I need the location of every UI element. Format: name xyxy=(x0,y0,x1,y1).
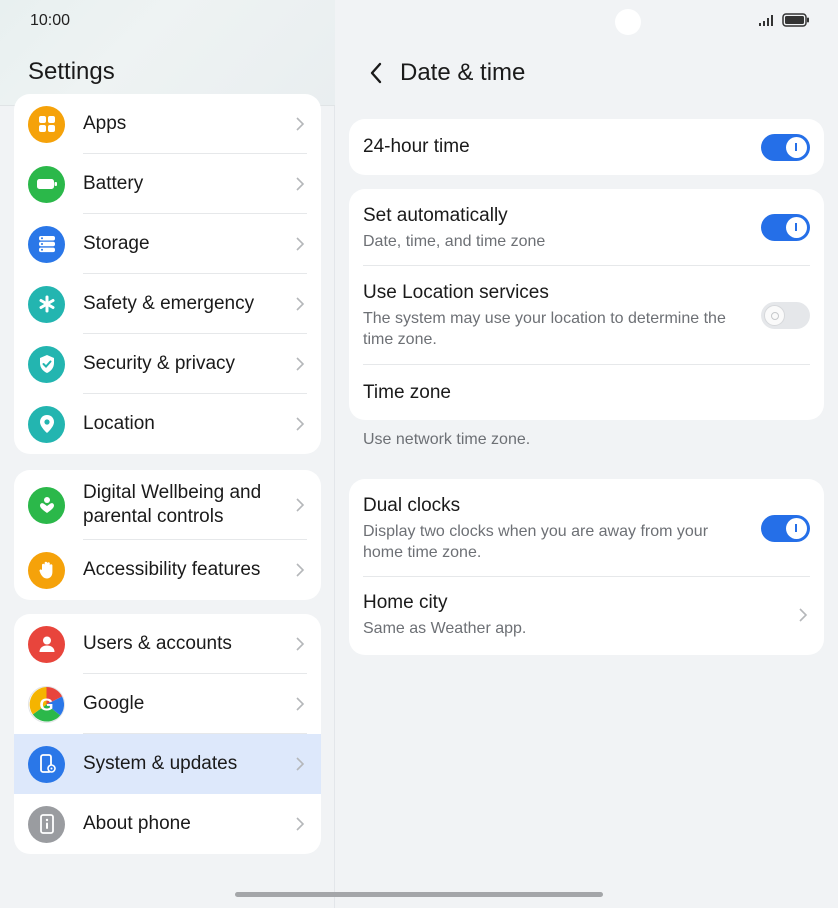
card-24-hour: 24-hour time xyxy=(349,119,824,175)
page-title: Date & time xyxy=(400,59,526,86)
google-icon: G xyxy=(28,685,65,723)
row-title: Set automatically xyxy=(363,205,508,226)
chevron-right-icon xyxy=(296,417,305,431)
chevron-right-icon xyxy=(296,357,305,371)
settings-title: Settings xyxy=(28,58,115,85)
sidebar-item-location[interactable]: Location xyxy=(14,394,321,454)
sidebar-item-system-updates[interactable]: System & updates xyxy=(14,734,321,794)
apps-icon xyxy=(28,105,65,143)
sidebar-item-label: About phone xyxy=(83,813,191,834)
sidebar-item-users-accounts[interactable]: Users & accounts xyxy=(14,614,321,674)
settings-group-3: Users & accounts G Google System & updat… xyxy=(14,614,321,854)
back-button[interactable] xyxy=(364,60,388,86)
toggle-location-services[interactable] xyxy=(761,302,810,329)
row-title: 24-hour time xyxy=(363,136,470,157)
info-phone-icon xyxy=(28,805,65,843)
row-subtitle: Date, time, and time zone xyxy=(363,233,546,250)
home-indicator[interactable] xyxy=(235,892,603,897)
sidebar-item-security[interactable]: Security & privacy xyxy=(14,334,321,394)
sidebar-item-label: Security & privacy xyxy=(83,353,236,374)
system-phone-icon xyxy=(28,745,65,783)
row-subtitle: Display two clocks when you are away fro… xyxy=(363,523,709,561)
settings-group-1: Apps Battery Storage Safety & emergency xyxy=(14,94,321,454)
sidebar-item-about-phone[interactable]: About phone xyxy=(14,794,321,854)
chevron-right-icon xyxy=(296,117,305,131)
sidebar-item-digital-wellbeing[interactable]: Digital Wellbeing and parental controls xyxy=(14,470,321,540)
sidebar-item-apps[interactable]: Apps xyxy=(14,94,321,154)
hand-icon xyxy=(28,551,65,589)
settings-group-2: Digital Wellbeing and parental controls … xyxy=(14,470,321,600)
sidebar-item-label: System & updates xyxy=(83,753,238,774)
svg-text:G: G xyxy=(40,694,54,714)
battery-icon xyxy=(28,165,65,203)
chevron-right-icon xyxy=(296,637,305,651)
asterisk-icon xyxy=(28,285,65,323)
row-home-city[interactable]: Home city Same as Weather app. xyxy=(349,577,824,655)
chevron-right-icon xyxy=(296,237,305,251)
sidebar-item-label: Safety & emergency xyxy=(83,293,255,314)
sidebar-item-google[interactable]: G Google xyxy=(14,674,321,734)
signal-icon xyxy=(759,15,773,26)
chevron-right-icon xyxy=(296,817,305,831)
card-auto-time: Set automatically Date, time, and time z… xyxy=(349,189,824,420)
sidebar-item-label: Apps xyxy=(83,113,127,134)
row-dual-clocks[interactable]: Dual clocks Display two clocks when you … xyxy=(349,479,824,577)
shield-icon xyxy=(28,345,65,383)
sidebar-item-battery[interactable]: Battery xyxy=(14,154,321,214)
sidebar-item-storage[interactable]: Storage xyxy=(14,214,321,274)
row-subtitle: The system may use your location to dete… xyxy=(363,310,726,348)
chevron-right-icon xyxy=(296,498,305,512)
location-pin-icon xyxy=(28,405,65,443)
settings-nav-pane: 10:00 Settings Apps Battery Storage Safe… xyxy=(0,0,335,908)
row-time-zone[interactable]: Time zone xyxy=(349,365,824,420)
row-set-automatically[interactable]: Set automatically Date, time, and time z… xyxy=(349,189,824,266)
status-icons xyxy=(758,13,810,27)
toggle-24-hour[interactable] xyxy=(761,134,810,161)
date-time-pane: Date & time 24-hour time Set automatical… xyxy=(336,0,838,908)
sidebar-item-label: Storage xyxy=(83,233,150,254)
sidebar-item-label: Location xyxy=(83,413,155,434)
camera-cutout xyxy=(615,9,641,35)
battery-status-icon xyxy=(782,13,809,27)
row-location-services[interactable]: Use Location services The system may use… xyxy=(349,266,824,365)
row-title: Use Location services xyxy=(363,282,549,303)
row-title: Time zone xyxy=(363,381,451,403)
chevron-right-icon xyxy=(296,177,305,191)
card-dual-clocks: Dual clocks Display two clocks when you … xyxy=(349,479,824,655)
row-title: Dual clocks xyxy=(363,495,461,516)
settings-header: 10:00 Settings xyxy=(0,0,335,106)
row-title: Home city xyxy=(363,592,448,613)
sidebar-item-label: Battery xyxy=(83,173,144,194)
wellbeing-icon xyxy=(28,486,65,524)
user-icon xyxy=(28,625,65,663)
chevron-right-icon xyxy=(296,563,305,577)
chevron-right-icon xyxy=(296,697,305,711)
sidebar-item-label: Accessibility features xyxy=(83,559,261,580)
status-time: 10:00 xyxy=(30,12,71,29)
network-time-zone-note: Use network time zone. xyxy=(363,431,531,448)
toggle-dual-clocks[interactable] xyxy=(761,515,810,542)
chevron-right-icon xyxy=(296,757,305,771)
sidebar-item-label: Digital Wellbeing and parental controls xyxy=(83,482,262,527)
row-24-hour[interactable]: 24-hour time xyxy=(349,119,824,175)
sidebar-item-label: Users & accounts xyxy=(83,633,232,654)
chevron-right-icon xyxy=(799,608,808,622)
back-arrow-icon xyxy=(370,62,382,84)
storage-icon xyxy=(28,225,65,263)
sidebar-item-accessibility[interactable]: Accessibility features xyxy=(14,540,321,600)
sidebar-item-label: Google xyxy=(83,693,145,714)
row-subtitle: Same as Weather app. xyxy=(363,620,527,637)
chevron-right-icon xyxy=(296,297,305,311)
toggle-set-automatically[interactable] xyxy=(761,214,810,241)
sidebar-item-safety[interactable]: Safety & emergency xyxy=(14,274,321,334)
